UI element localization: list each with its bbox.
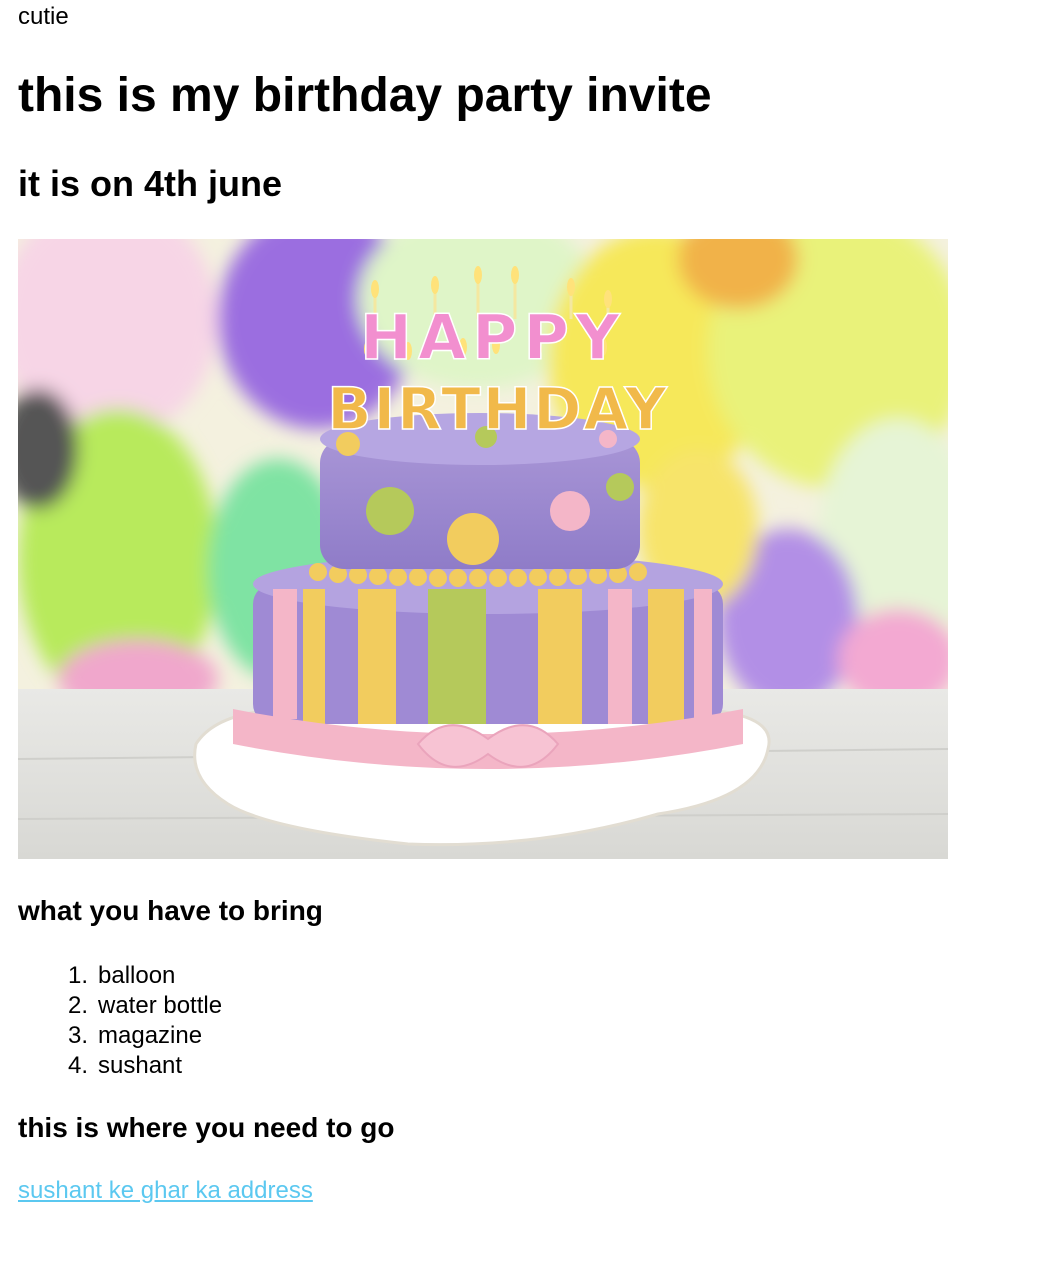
- list-item-text: balloon: [98, 962, 176, 989]
- list-item: 3. magazine: [18, 1021, 222, 1051]
- location-heading: this is where you need to go: [18, 1112, 395, 1143]
- list-item-text: magazine: [98, 1022, 203, 1049]
- address-link[interactable]: sushant ke ghar ka address: [18, 1176, 313, 1206]
- candles-happy: HAPPY: [360, 301, 626, 374]
- list-item: 1. balloon: [18, 961, 222, 991]
- top-text: cutie: [18, 3, 69, 30]
- page-title: this is my birthday party invite: [18, 69, 712, 122]
- bring-heading: what you have to bring: [18, 895, 323, 926]
- list-item-text: water bottle: [98, 992, 223, 1019]
- list-item-text: sushant: [98, 1052, 183, 1079]
- list-item-number: 3.: [68, 1022, 89, 1049]
- birthday-cake-image: HAPPY BIRTHDAY: [18, 239, 948, 859]
- list-item: 4. sushant: [18, 1051, 222, 1081]
- list-item: 2. water bottle: [18, 991, 222, 1021]
- list-item-number: 4.: [68, 1052, 89, 1079]
- list-item-number: 2.: [68, 992, 89, 1019]
- bring-list: 1. balloon 2. water bottle 3. magazine 4. su…: [18, 961, 222, 1081]
- candles-birthday: BIRTHDAY: [327, 375, 668, 443]
- list-item-number: 1.: [68, 962, 89, 989]
- date-subheading: it is on 4th june: [18, 163, 283, 204]
